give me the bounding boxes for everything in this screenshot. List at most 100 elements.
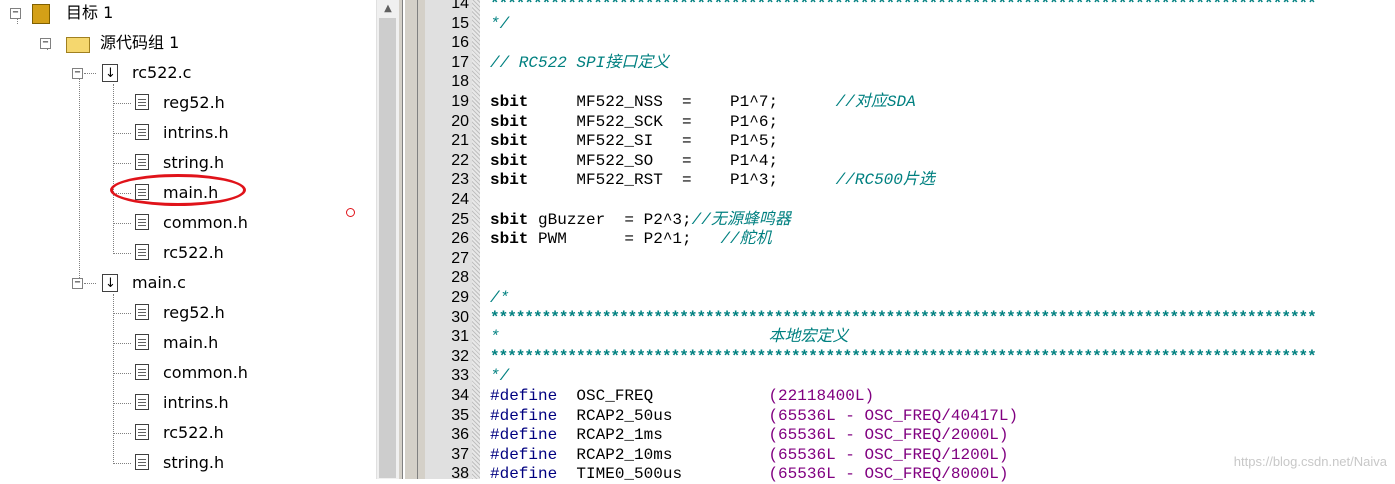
file-label: string.h <box>163 153 225 172</box>
code-editor[interactable]: ****************************************… <box>488 0 1395 483</box>
code-line[interactable]: #define RCAP2_1ms (65536L - OSC_FREQ/200… <box>490 425 1009 445</box>
tree-connector <box>84 73 96 74</box>
code-line[interactable]: sbit MF522_SI = P1^5; <box>490 131 778 151</box>
inline-comment: //舵机 <box>720 230 772 249</box>
sbit-declaration: MF522_SCK = P1^6; <box>528 112 779 131</box>
preprocessor-define: #define <box>490 465 558 484</box>
macro-name: OSC_FREQ <box>557 387 769 405</box>
scroll-up-arrow-icon[interactable]: ▲ <box>377 0 399 18</box>
header-file-icon <box>135 394 149 410</box>
code-line[interactable]: sbit PWM = P2^1; //舵机 <box>490 229 772 249</box>
c-file-icon <box>102 61 118 87</box>
line-number: 15 <box>451 14 469 32</box>
line-number: 36 <box>451 426 469 444</box>
line-number: 37 <box>451 445 469 463</box>
line-number: 28 <box>451 269 469 287</box>
c-file-icon <box>102 271 118 297</box>
code-line[interactable]: #define RCAP2_50us (65536L - OSC_FREQ/40… <box>490 406 1018 426</box>
target-icon <box>32 4 50 24</box>
file-label: reg52.h <box>163 93 225 112</box>
line-number: 23 <box>451 171 469 189</box>
tree-connector <box>113 84 114 252</box>
keyword-sbit: sbit <box>490 132 529 151</box>
keyword-sbit: sbit <box>490 93 529 111</box>
file-label: main.h <box>163 333 219 352</box>
comment-text: * 本地宏定义 <box>490 328 849 347</box>
tree-connector <box>113 403 131 404</box>
inline-comment: //RC500片选 <box>835 171 935 190</box>
file-label: reg52.h <box>163 303 225 322</box>
tree-connector <box>113 373 131 374</box>
red-highlight-ellipse <box>110 174 246 206</box>
code-line[interactable]: /* <box>490 288 509 308</box>
line-number: 27 <box>451 249 469 267</box>
file-label: string.h <box>163 453 225 472</box>
macro-value: (65536L - OSC_FREQ/40417L) <box>768 406 1019 425</box>
macro-value: (65536L - OSC_FREQ/2000L) <box>768 426 1009 445</box>
code-line[interactable]: sbit MF522_NSS = P1^7; //对应SDA <box>490 92 916 112</box>
code-line[interactable]: */ <box>490 14 509 34</box>
line-number: 31 <box>451 328 469 346</box>
inline-comment: //对应SDA <box>835 93 916 111</box>
folder-icon <box>66 37 90 53</box>
file-label: common.h <box>163 363 248 382</box>
header-file-icon <box>135 304 149 320</box>
watermark: https://blog.csdn.net/Naiva <box>1233 454 1387 469</box>
scrollbar-thumb[interactable] <box>379 18 396 478</box>
code-line[interactable]: * 本地宏定义 <box>490 327 848 347</box>
line-number: 33 <box>451 367 469 385</box>
macro-name: RCAP2_10ms <box>557 445 769 464</box>
macro-name: RCAP2_50us <box>557 406 769 425</box>
sbit-declaration: PWM = P2^1; <box>528 230 721 249</box>
sbit-declaration: MF522_RST = P1^3; <box>528 171 836 190</box>
line-number: 14 <box>451 0 469 12</box>
preprocessor-define: #define <box>490 406 558 425</box>
code-line[interactable]: #define RCAP2_10ms (65536L - OSC_FREQ/12… <box>490 445 1009 465</box>
file-label: common.h <box>163 213 248 232</box>
collapse-toggle[interactable]: − <box>10 8 21 19</box>
line-number: 24 <box>451 191 469 208</box>
line-number: 17 <box>451 53 469 71</box>
file-label: main.c <box>132 273 186 292</box>
tree-connector <box>113 463 131 464</box>
macro-name: TIME0_500us <box>557 465 769 484</box>
header-file-icon <box>135 214 149 230</box>
code-line[interactable]: sbit gBuzzer = P2^3;//无源蜂鸣器 <box>490 210 791 230</box>
tree-connector <box>113 163 131 164</box>
code-line[interactable]: */ <box>490 366 509 386</box>
keyword-sbit: sbit <box>490 171 529 190</box>
project-tree[interactable]: − 目标 1 − 源代码组 1 − rc522.c reg52.h intrin… <box>0 0 376 479</box>
keyword-sbit: sbit <box>490 151 529 170</box>
preprocessor-define: #define <box>490 387 558 405</box>
code-line[interactable]: sbit MF522_SCK = P1^6; <box>490 112 778 132</box>
code-line[interactable]: ****************************************… <box>490 0 1317 14</box>
collapse-toggle[interactable]: − <box>40 38 51 49</box>
collapse-toggle[interactable]: − <box>72 278 83 289</box>
comment-divider: ****************************************… <box>490 347 1317 366</box>
comment-text: */ <box>490 14 510 33</box>
tree-scrollbar[interactable]: ▲ <box>376 0 399 479</box>
comment-text: */ <box>490 367 510 386</box>
code-line[interactable]: sbit MF522_RST = P1^3; //RC500片选 <box>490 170 935 190</box>
code-line[interactable]: // RC522 SPI接口定义 <box>490 53 669 73</box>
code-line[interactable]: #define TIME0_500us (65536L - OSC_FREQ/8… <box>490 464 1009 484</box>
header-file-icon <box>135 334 149 350</box>
header-file-icon <box>135 424 149 440</box>
header-file-icon <box>135 124 149 140</box>
collapse-toggle[interactable]: − <box>72 68 83 79</box>
header-file-icon <box>135 364 149 380</box>
line-number: 29 <box>451 289 469 306</box>
code-line[interactable]: ****************************************… <box>490 347 1317 367</box>
file-label: rc522.h <box>163 423 224 442</box>
line-number: 32 <box>451 347 469 365</box>
tree-connector <box>113 343 131 344</box>
line-number-gutter: 14 15 16 17 18 19 20 21 22 23 24 25 26 27 28 29 30 31 32 33… <box>425 0 480 482</box>
code-line[interactable]: #define OSC_FREQ (22118400L) <box>490 386 874 406</box>
header-file-icon <box>135 94 149 110</box>
pane-splitter[interactable] <box>399 0 425 479</box>
code-line[interactable]: sbit MF522_SO = P1^4; <box>490 151 778 171</box>
tree-connector <box>113 253 131 254</box>
line-number: 18 <box>451 73 469 91</box>
macro-value: (65536L - OSC_FREQ/8000L) <box>768 465 1009 484</box>
code-line[interactable]: ****************************************… <box>490 308 1317 328</box>
